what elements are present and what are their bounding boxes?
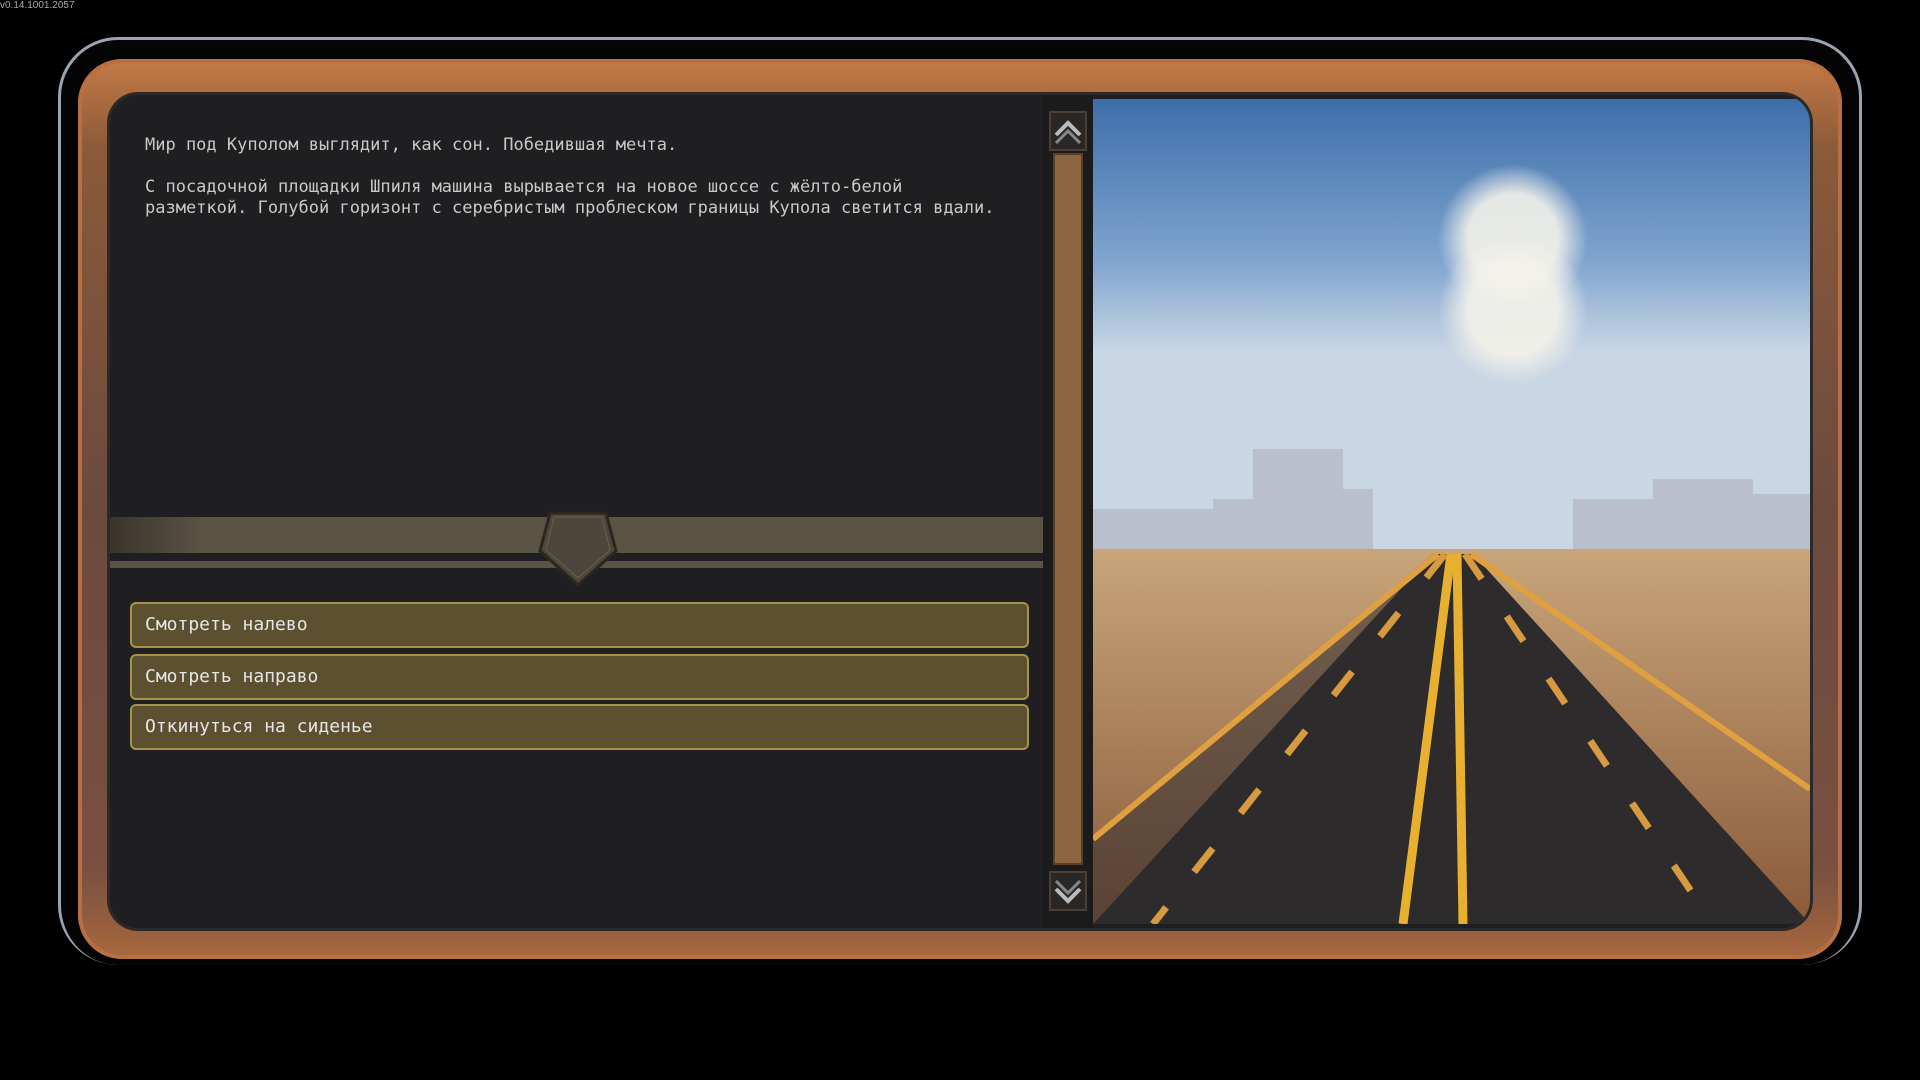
chevron-up-icon <box>1054 120 1082 145</box>
road-illustration <box>1093 99 1810 924</box>
dialog-panel: Мир под Куполом выглядит, как сон. Побед… <box>110 95 1810 928</box>
choice-look-left[interactable]: Смотреть налево <box>130 602 1029 648</box>
story-text: Мир под Куполом выглядит, как сон. Побед… <box>145 135 1005 219</box>
scrollbar[interactable] <box>1043 95 1093 928</box>
pentagon-emblem-icon <box>538 511 618 587</box>
scroll-up-button[interactable] <box>1049 111 1087 151</box>
story-paragraph: С посадочной площадки Шпиля машина вырыв… <box>145 177 995 218</box>
version-label: v0.14.1001.2057 <box>0 0 75 11</box>
story-paragraph: Мир под Куполом выглядит, как сон. Побед… <box>145 135 678 155</box>
scroll-thumb[interactable] <box>1053 153 1083 865</box>
chevron-down-icon <box>1054 879 1082 904</box>
choice-look-right[interactable]: Смотреть направо <box>130 654 1029 700</box>
choice-lean-back[interactable]: Откинуться на сиденье <box>130 704 1029 750</box>
scroll-down-button[interactable] <box>1049 871 1087 911</box>
